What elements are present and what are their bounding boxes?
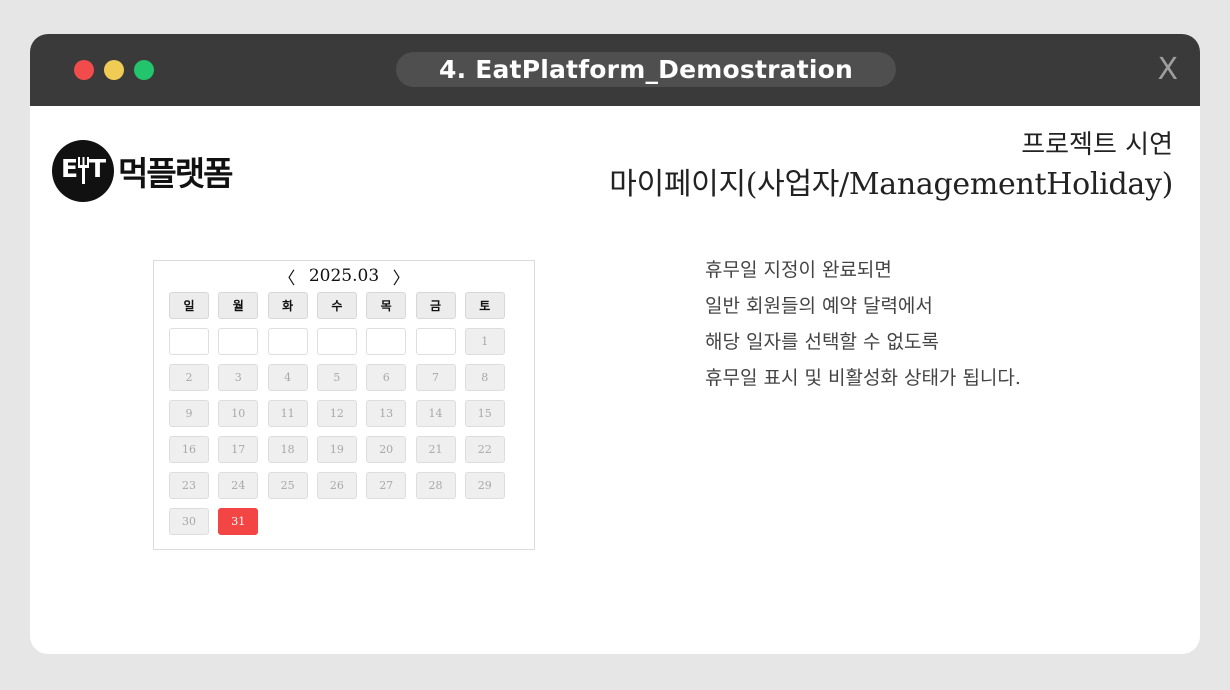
calendar-month: 2025.03 [308, 266, 380, 286]
disabled-day-cell[interactable]: 22 [464, 436, 505, 463]
empty-day-cell [316, 328, 357, 355]
selected-day-cell[interactable]: 31 [218, 508, 259, 535]
weekday-header: 목 [366, 292, 407, 319]
disabled-day-cell[interactable]: 21 [415, 436, 456, 463]
close-button[interactable]: X [1157, 50, 1178, 90]
slide-subtitle: 프로젝트 시연 [1021, 130, 1173, 160]
empty-day-cell [415, 328, 456, 355]
disabled-day-cell[interactable]: 1 [464, 328, 505, 355]
weekday-header: 수 [316, 292, 357, 319]
eat-platform-logo: E T 먹플랫폼 [52, 140, 233, 202]
presentation-window: 4. EatPlatform_Demostration X E T 먹플랫폼 프… [30, 34, 1200, 654]
disabled-day-cell[interactable]: 2 [169, 364, 209, 391]
description-line: 해당 일자를 선택할 수 없도록 [705, 331, 939, 353]
disabled-day-cell[interactable]: 5 [316, 364, 357, 391]
disabled-day-cell[interactable]: 3 [218, 364, 259, 391]
prev-month-button[interactable]: 〈 [275, 264, 299, 289]
disabled-day-cell[interactable]: 14 [415, 400, 456, 427]
disabled-day-cell[interactable]: 20 [366, 436, 407, 463]
weekday-header: 일 [169, 292, 209, 319]
empty-day-cell [218, 328, 259, 355]
weekday-header: 월 [218, 292, 259, 319]
logo-wordmark: 먹플랫폼 [118, 154, 233, 193]
empty-day-cell [366, 328, 407, 355]
weekday-header: 토 [464, 292, 505, 319]
disabled-day-cell[interactable]: 18 [267, 436, 308, 463]
disabled-day-cell[interactable]: 23 [169, 472, 209, 499]
logo-letter-e: E [61, 154, 79, 183]
close-window-dot[interactable] [74, 60, 94, 80]
disabled-day-cell[interactable]: 15 [464, 400, 505, 427]
calendar-nav: 〈 2025.03 〉 [154, 262, 534, 290]
minimize-window-dot[interactable] [104, 60, 124, 80]
disabled-day-cell[interactable]: 7 [415, 364, 456, 391]
disabled-day-cell[interactable]: 4 [267, 364, 308, 391]
slide-title: 마이페이지(사업자/ManagementHoliday) [609, 167, 1173, 202]
next-month-button[interactable]: 〉 [389, 264, 413, 289]
description-line: 휴무일 표시 및 비활성화 상태가 됩니다. [705, 367, 1021, 389]
maximize-window-dot[interactable] [134, 60, 154, 80]
disabled-day-cell[interactable]: 13 [366, 400, 407, 427]
disabled-day-cell[interactable]: 9 [169, 400, 209, 427]
weekday-header: 금 [415, 292, 456, 319]
logo-badge: E T [52, 140, 114, 202]
disabled-day-cell[interactable]: 12 [316, 400, 357, 427]
description-line: 휴무일 지정이 완료되면 [705, 259, 892, 281]
feature-description: 휴무일 지정이 완료되면 일반 회원들의 예약 달력에서 해당 일자를 선택할 … [705, 252, 1021, 396]
disabled-day-cell[interactable]: 11 [267, 400, 308, 427]
disabled-day-cell[interactable]: 10 [218, 400, 259, 427]
slide-header: 프로젝트 시연 마이페이지(사업자/ManagementHoliday) [609, 126, 1173, 206]
disabled-day-cell[interactable]: 19 [316, 436, 357, 463]
disabled-day-cell[interactable]: 28 [415, 472, 456, 499]
description-line: 일반 회원들의 예약 달력에서 [705, 295, 933, 317]
disabled-day-cell[interactable]: 16 [169, 436, 209, 463]
holiday-calendar: 〈 2025.03 〉 일 월 화 수 목 금 토 1 2 3 4 5 6 7 8 9 10 11 12 13 14 15… [153, 260, 535, 550]
weekday-header: 화 [267, 292, 308, 319]
title-bar: 4. EatPlatform_Demostration X [30, 34, 1200, 106]
disabled-day-cell[interactable]: 25 [267, 472, 308, 499]
disabled-day-cell[interactable]: 8 [464, 364, 505, 391]
disabled-day-cell[interactable]: 24 [218, 472, 259, 499]
disabled-day-cell[interactable]: 29 [464, 472, 505, 499]
empty-day-cell [267, 328, 308, 355]
disabled-day-cell[interactable]: 30 [169, 508, 209, 535]
logo-letter-t: T [89, 154, 107, 183]
disabled-day-cell[interactable]: 26 [316, 472, 357, 499]
disabled-day-cell[interactable]: 17 [218, 436, 259, 463]
disabled-day-cell[interactable]: 6 [366, 364, 407, 391]
window-title: 4. EatPlatform_Demostration [396, 52, 896, 87]
empty-day-cell [169, 328, 209, 355]
disabled-day-cell[interactable]: 27 [366, 472, 407, 499]
